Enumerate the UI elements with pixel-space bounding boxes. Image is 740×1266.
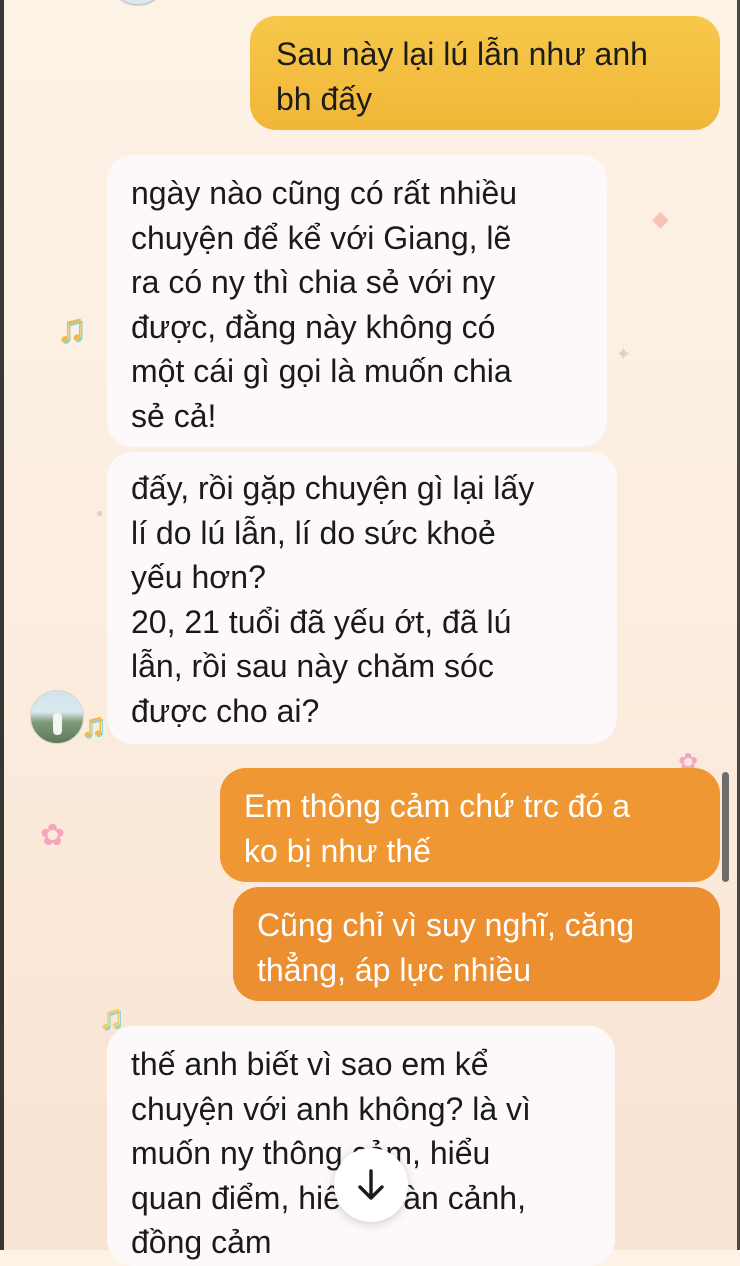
incoming-message-bubble[interactable]: ngày nào cũng có rất nhiều chuyện để kể … [107, 155, 607, 447]
chat-thread[interactable]: ♫ ♫ ♫ ✿ ✿ ◆ ✦ ● Sau này lại lú lẫn như a… [0, 0, 740, 1266]
contact-avatar-top[interactable] [108, 0, 168, 6]
arrow-down-icon [358, 1169, 384, 1200]
outgoing-message-bubble[interactable]: Cũng chỉ vì suy nghĩ, căng thẳng, áp lực… [233, 887, 720, 1001]
music-note-icon: ♫ [80, 706, 106, 744]
contact-avatar[interactable] [30, 690, 84, 744]
left-edge [0, 0, 4, 1250]
music-note-icon: ♫ [56, 306, 86, 350]
incoming-message-bubble[interactable]: thế anh biết vì sao em kể chuyện với anh… [107, 1026, 615, 1266]
incoming-message-bubble[interactable]: đấy, rồi gặp chuyện gì lại lấy lí do lú … [107, 452, 617, 744]
sparkle-icon: ✦ [616, 344, 632, 364]
sparkle-icon: ◆ [652, 206, 669, 231]
flower-icon: ✿ [40, 819, 66, 852]
scroll-to-bottom-button[interactable] [334, 1148, 408, 1222]
sparkle-icon: ● [96, 506, 104, 520]
outgoing-message-bubble[interactable]: Em thông cảm chứ trc đó a ko bị như thế [220, 768, 720, 882]
scrollbar[interactable] [722, 772, 729, 882]
outgoing-message-bubble[interactable]: Sau này lại lú lẫn như anh bh đấy [250, 16, 720, 130]
